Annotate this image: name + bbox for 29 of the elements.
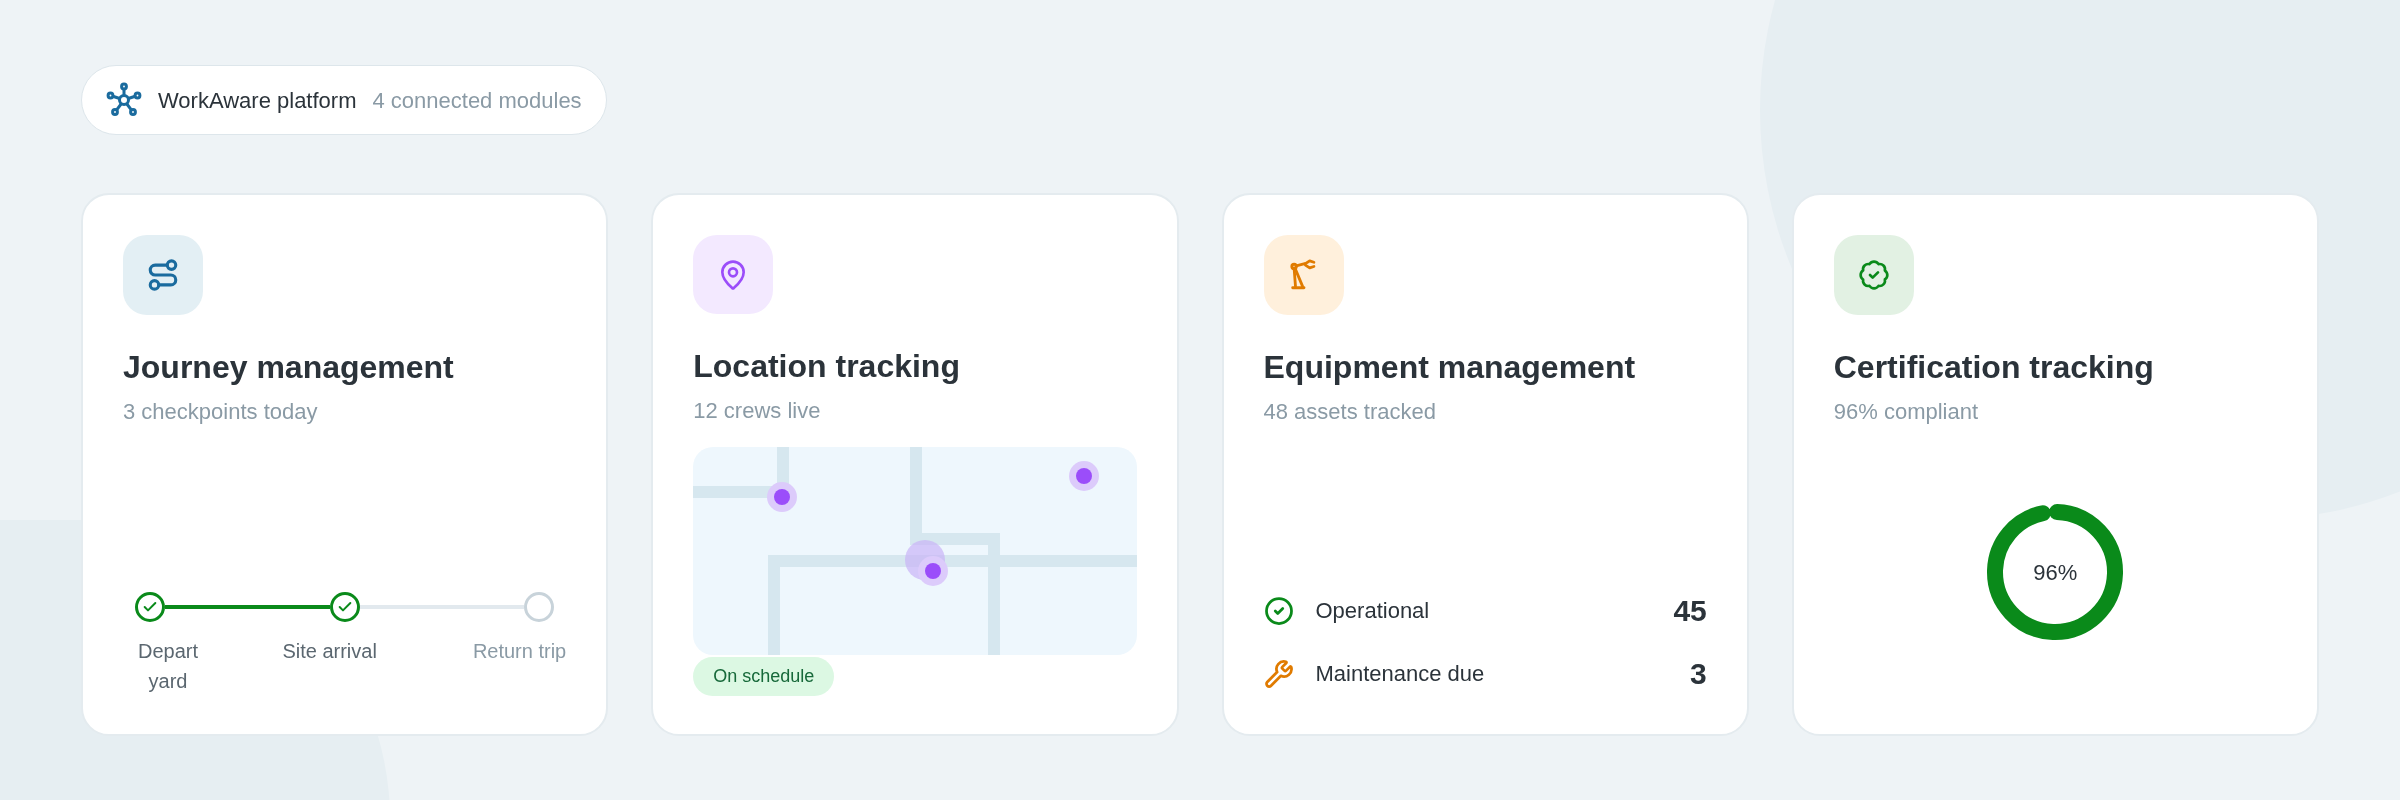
card-title: Equipment management xyxy=(1263,348,1637,387)
crew-marker xyxy=(1069,461,1100,491)
platform-title: WorkAware platform xyxy=(158,86,357,115)
card-title: Certification tracking xyxy=(1833,348,2155,387)
card-title: Location tracking xyxy=(693,347,961,386)
network-icon xyxy=(106,82,142,118)
badge-check-icon xyxy=(1833,235,1914,315)
status-label: Operational xyxy=(1315,597,1430,625)
status-count: 3 xyxy=(1690,656,1707,692)
status-count: 45 xyxy=(1673,593,1707,629)
gauge-value: 96% xyxy=(2032,558,2079,587)
card-subtitle: 3 checkpoints today xyxy=(123,398,319,426)
card-subtitle: 48 assets tracked xyxy=(1263,398,1437,426)
check-circle-icon xyxy=(1263,595,1294,626)
card-subtitle: 96% compliant xyxy=(1833,398,1980,426)
status-badge: On schedule xyxy=(693,657,835,696)
card-title: Journey management xyxy=(123,348,455,387)
route-icon xyxy=(123,235,203,315)
crew-marker xyxy=(918,556,949,586)
robot-arm-icon xyxy=(1263,235,1344,315)
crew-marker xyxy=(767,482,798,512)
status-label: Maintenance due xyxy=(1315,660,1485,688)
step-label: Return trip xyxy=(471,639,567,664)
platform-subtitle: 4 connected modules xyxy=(372,86,582,115)
map-pin-icon xyxy=(693,235,774,314)
step-label: Site arrival xyxy=(281,639,378,664)
wrench-icon xyxy=(1263,658,1294,689)
step-label: Depart yard xyxy=(137,639,199,694)
card-subtitle: 12 crews live xyxy=(693,397,822,425)
